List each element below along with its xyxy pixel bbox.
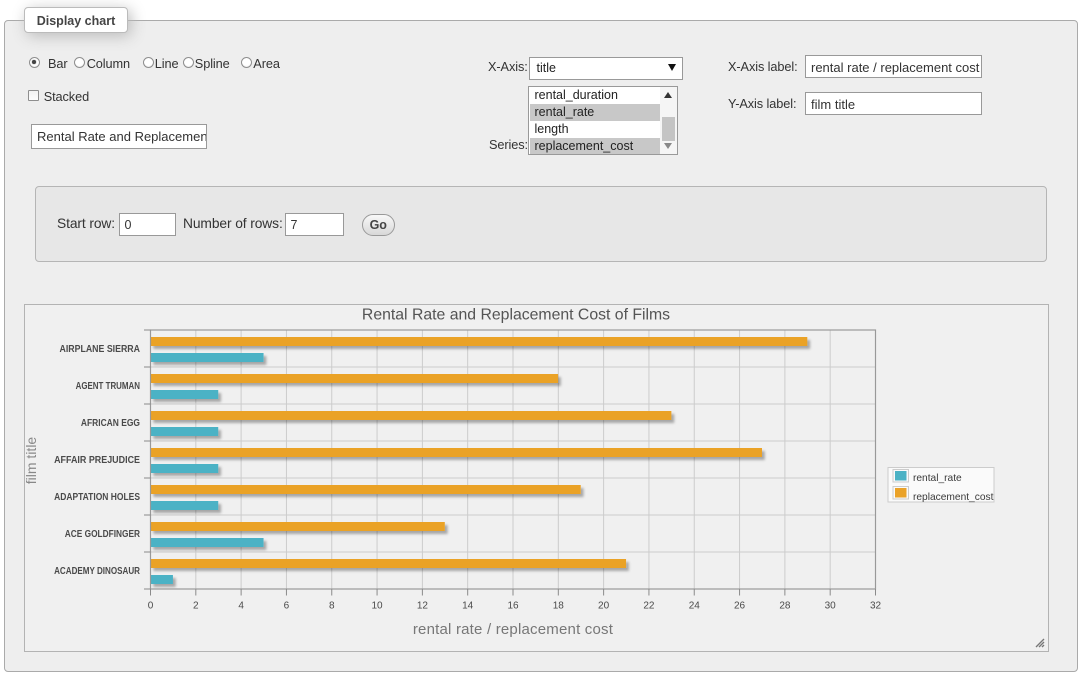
svg-text:18: 18 xyxy=(553,601,565,612)
svg-text:4: 4 xyxy=(238,601,244,612)
svg-text:AIRPLANE SIERRA: AIRPLANE SIERRA xyxy=(60,344,141,355)
svg-text:6: 6 xyxy=(284,601,290,612)
svg-text:32: 32 xyxy=(870,601,882,612)
svg-text:ACADEMY DINOSAUR: ACADEMY DINOSAUR xyxy=(54,566,140,577)
svg-text:AFRICAN EGG: AFRICAN EGG xyxy=(81,418,140,429)
svg-text:rental_rate: rental_rate xyxy=(913,473,962,484)
svg-text:ACE GOLDFINGER: ACE GOLDFINGER xyxy=(65,529,141,540)
svg-text:10: 10 xyxy=(371,601,383,612)
svg-text:14: 14 xyxy=(462,601,474,612)
svg-text:Rental Rate and Replacement Co: Rental Rate and Replacement Cost of Film… xyxy=(362,307,670,324)
svg-text:film title: film title xyxy=(23,437,39,485)
svg-text:2: 2 xyxy=(193,601,199,612)
svg-text:replacement_cost: replacement_cost xyxy=(913,492,994,503)
svg-text:AGENT TRUMAN: AGENT TRUMAN xyxy=(76,381,140,392)
svg-text:24: 24 xyxy=(689,601,701,612)
svg-text:AFFAIR PREJUDICE: AFFAIR PREJUDICE xyxy=(54,455,140,466)
svg-text:28: 28 xyxy=(779,601,791,612)
svg-text:16: 16 xyxy=(507,601,519,612)
svg-text:26: 26 xyxy=(734,601,746,612)
svg-text:22: 22 xyxy=(643,601,655,612)
svg-text:8: 8 xyxy=(329,601,335,612)
svg-text:12: 12 xyxy=(417,601,429,612)
svg-text:ADAPTATION HOLES: ADAPTATION HOLES xyxy=(54,492,140,503)
svg-text:0: 0 xyxy=(148,601,154,612)
svg-text:20: 20 xyxy=(598,601,610,612)
svg-text:30: 30 xyxy=(825,601,837,612)
svg-text:rental rate / replacement cost: rental rate / replacement cost xyxy=(413,621,614,638)
